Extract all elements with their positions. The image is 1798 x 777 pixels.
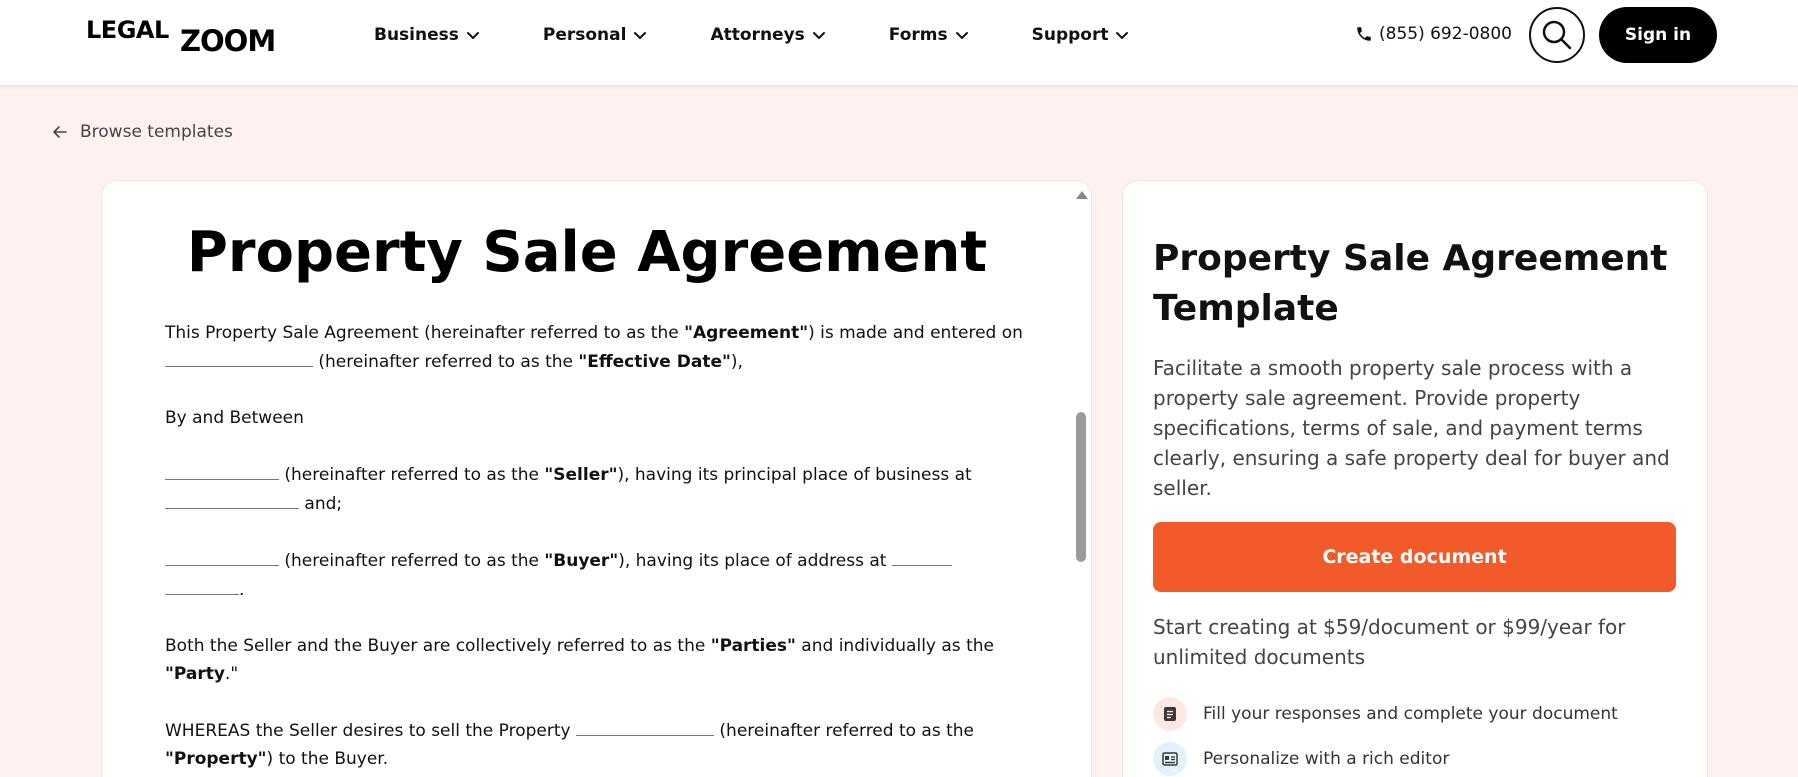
doc-paragraph: (hereinafter referred to as the "Buyer")…: [165, 546, 1035, 604]
doc-text: ), having its principal place of busines…: [617, 465, 972, 485]
template-description: Facilitate a smooth property sale proces…: [1153, 356, 1670, 500]
doc-term: "Property": [165, 749, 267, 769]
blank-field: [165, 460, 279, 480]
phone-icon: [1357, 27, 1371, 41]
doc-term: "Party: [165, 664, 225, 684]
nav-support[interactable]: Support: [1032, 22, 1131, 48]
blank-field: [165, 489, 299, 509]
doc-term: "Seller": [544, 465, 618, 485]
editor-icon: [1153, 742, 1187, 776]
arrow-left-icon: [53, 126, 67, 138]
doc-text: ), having its place of address at: [618, 551, 892, 571]
nav-support-label: Support: [1031, 25, 1109, 45]
phone-link[interactable]: (855) 692-0800: [1355, 24, 1512, 44]
nav-personal[interactable]: Personal: [543, 22, 649, 48]
doc-paragraph: By and Between: [165, 404, 1035, 432]
doc-text: ),: [730, 352, 743, 372]
document-icon: [1153, 697, 1187, 731]
doc-term: "Parties": [710, 636, 796, 656]
sign-in-button[interactable]: Sign in: [1599, 7, 1717, 63]
document-preview[interactable]: Property Sale Agreement This Property Sa…: [101, 180, 1092, 777]
create-document-button[interactable]: Create document: [1153, 522, 1676, 592]
doc-paragraph: WHEREAS the Seller desires to sell the P…: [165, 716, 1035, 773]
doc-text: and;: [299, 494, 343, 514]
chevron-down-icon: [955, 32, 968, 39]
feature-item: Personalize with a rich editor: [1153, 742, 1449, 776]
search-button[interactable]: [1529, 7, 1585, 63]
doc-term: "Effective Date": [578, 352, 731, 372]
blank-field: [891, 546, 952, 566]
feature-item: Fill your responses and complete your do…: [1153, 697, 1618, 731]
pricing-text: Start creating at $59/document or $99/ye…: [1153, 615, 1626, 669]
nav-forms-label: Forms: [888, 25, 948, 45]
doc-paragraph: Both the Seller and the Buyer are collec…: [165, 632, 1035, 688]
feature-label: Personalize with a rich editor: [1203, 749, 1450, 769]
nav-business-label: Business: [374, 25, 459, 45]
nav-business[interactable]: Business: [374, 22, 481, 48]
doc-term: "Agreement": [684, 323, 809, 343]
doc-text: .: [239, 580, 245, 600]
doc-text: (hereinafter referred to as the: [714, 721, 975, 741]
main-nav: Business Personal Attorneys Forms Suppor…: [374, 22, 1192, 48]
document-body: This Property Sale Agreement (hereinafte…: [165, 319, 1035, 777]
doc-text: By and Between: [165, 408, 304, 428]
feature-label: Fill your responses and complete your do…: [1203, 704, 1618, 724]
chevron-down-icon: [634, 32, 647, 39]
scroll-up-arrow[interactable]: [1076, 191, 1088, 199]
logo-zoom: ZOOM: [180, 24, 276, 58]
doc-text: .": [224, 664, 239, 684]
doc-text: and individually as the: [795, 636, 994, 656]
doc-text: (hereinafter referred to as the: [313, 352, 579, 372]
chevron-down-icon: [466, 32, 479, 39]
document-scrollbar[interactable]: [1071, 181, 1091, 777]
doc-text: ) to the Buyer.: [266, 749, 389, 769]
doc-term: "Buyer": [544, 551, 619, 571]
blank-field: [165, 347, 313, 367]
chevron-down-icon: [1116, 32, 1129, 39]
document-title: Property Sale Agreement: [186, 220, 988, 285]
doc-text: (hereinafter referred to as the: [279, 465, 545, 485]
template-title: Property Sale Agreement Template: [1153, 238, 1668, 329]
search-icon: [1542, 20, 1572, 50]
logo-legal: LEGAL: [86, 16, 169, 44]
site-header: LEGAL ZOOM Business Personal Attorneys F…: [0, 0, 1798, 85]
nav-attorneys-label: Attorneys: [710, 25, 805, 45]
chevron-down-icon: [812, 32, 825, 39]
doc-paragraph: (hereinafter referred to as the "Seller"…: [165, 460, 1035, 518]
doc-text: Both the Seller and the Buyer are collec…: [165, 636, 711, 656]
nav-forms[interactable]: Forms: [889, 22, 970, 48]
blank-field: [165, 575, 239, 595]
nav-personal-label: Personal: [542, 25, 627, 45]
phone-number: (855) 692-0800: [1379, 24, 1512, 44]
doc-text: ) is made and entered on: [808, 323, 1023, 343]
browse-templates-link[interactable]: Browse templates: [52, 122, 233, 142]
blank-field: [165, 546, 279, 566]
doc-text: (hereinafter referred to as the: [279, 551, 545, 571]
nav-attorneys[interactable]: Attorneys: [710, 22, 826, 48]
template-info-card: Property Sale Agreement Template Facilit…: [1122, 180, 1708, 777]
scrollbar-thumb[interactable]: [1076, 412, 1086, 562]
blank-field: [576, 716, 715, 736]
doc-text: WHEREAS the Seller desires to sell the P…: [165, 721, 577, 741]
doc-text: This Property Sale Agreement (hereinafte…: [165, 323, 685, 343]
browse-templates-label: Browse templates: [80, 122, 233, 142]
doc-paragraph: This Property Sale Agreement (hereinafte…: [165, 319, 1035, 376]
